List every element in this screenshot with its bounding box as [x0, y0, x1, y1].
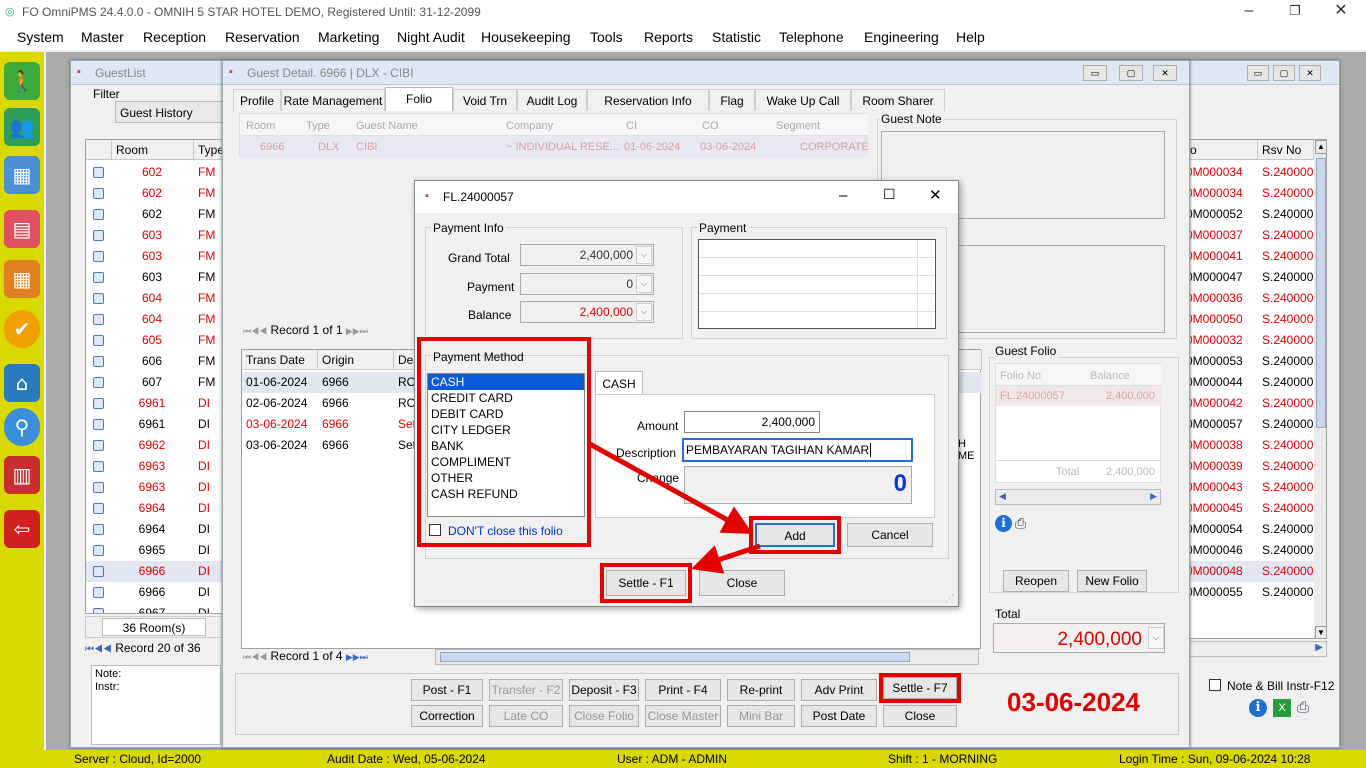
status-login-time: Login Time : Sun, 09-06-2024 10:28	[1119, 752, 1311, 766]
status-bar: Server : Cloud, Id=2000 Audit Date : Wed…	[0, 750, 1366, 768]
arrow-method-to-add	[586, 440, 753, 535]
arrow-add-to-settle	[691, 543, 761, 574]
status-shift: Shift : 1 - MORNING	[888, 752, 998, 766]
status-audit-date: Audit Date : Wed, 05-06-2024	[327, 752, 486, 766]
annotation-arrows	[586, 440, 761, 574]
status-user: User : ADM - ADMIN	[617, 752, 728, 766]
status-server: Server : Cloud, Id=2000	[74, 752, 202, 766]
